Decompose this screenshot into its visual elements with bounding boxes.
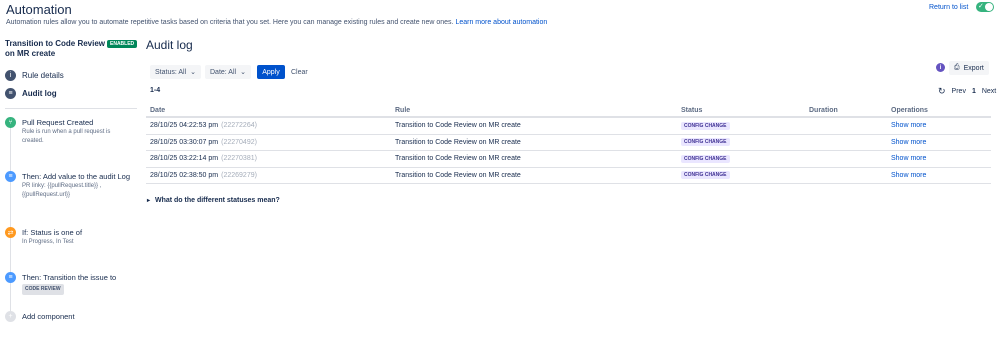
info-icon[interactable]: i [936,63,945,72]
execution-id: (22270492) [221,138,257,146]
rule-cell: Transition to Code Review on MR create [395,155,521,163]
list-icon: ≡ [5,272,16,283]
status-cell: CONFIG CHANGE [681,168,730,184]
column-header: Operations [891,107,928,114]
status-lozenge: CONFIG CHANGE [681,121,730,130]
flow-step-title: Pull Request Created [22,118,94,127]
chevron-down-icon: ⌄ [240,69,246,76]
execution-id: (22269279) [221,171,257,179]
check-icon: ✓ [978,3,984,10]
flow-step-title: Then: Add value to the audit Log [22,172,130,181]
status-lozenge: CONFIG CHANGE [681,154,730,163]
flow-step-title: If: Status is one of [22,228,83,237]
rule-cell: Transition to Code Review on MR create [395,171,521,179]
show-more-link[interactable]: Show more [891,151,926,167]
table-row: 28/10/25 03:22:14 pm (22270381) Transitio… [146,151,991,168]
pagination: ↻ Prev 1 Next [938,86,996,97]
table-row: 28/10/25 04:22:53 pm (22272264) Transitio… [146,118,991,135]
branch-icon: ⑂ [5,117,16,128]
nav-rule-details[interactable]: i Rule details [5,70,64,81]
column-header: Date [150,107,166,114]
status-filter[interactable]: Status: All ⌄ [150,65,202,79]
result-count: 1-4 [150,87,161,94]
flow-step-desc-line: Rule is run when a pull request is [22,129,111,135]
learn-more-link[interactable]: Learn more about automation [455,19,547,26]
audit-log-table: Date Rule Status Duration Operations 28/… [146,105,991,184]
prev-button[interactable]: Prev [952,88,966,95]
status-cell: CONFIG CHANGE [681,118,730,134]
flow-step-desc-line: In Progress, In Test [22,239,74,245]
status-cell: CONFIG CHANGE [681,135,730,151]
page-description: Automation rules allow you to automate r… [6,19,547,26]
execution-id: (22270381) [221,155,257,163]
flow-step-desc-line: {{pullRequest.url}} [22,192,71,198]
rule-cell: Transition to Code Review on MR create [395,122,521,130]
flow-step-desc: Rule is run when a pull request is creat… [22,128,110,146]
flow-connector-line [10,122,11,312]
statuses-help-toggle[interactable]: ▸ What do the different statuses mean? [147,197,280,204]
toggle-knob [985,3,993,11]
rule-name: Transition to Code Review on MR create [5,39,106,58]
list-icon: ≡ [5,88,16,99]
date-filter[interactable]: Date: All ⌄ [205,65,251,79]
info-circle-icon: i [5,70,16,81]
column-header: Rule [395,107,411,114]
apply-button[interactable]: Apply [257,65,285,79]
date-text: 28/10/25 03:22:14 pm [150,155,219,163]
shuffle-icon: ⇄ [5,227,16,238]
current-page: 1 [971,88,976,95]
export-icon: ⎙ [954,64,960,71]
list-icon: ≡ [5,171,16,182]
flow-step-desc: In Progress, In Test [22,238,74,247]
show-more-link[interactable]: Show more [891,118,926,134]
sidebar-divider [5,108,137,109]
date-cell: 28/10/25 03:22:14 pm (22270381) [150,151,257,167]
description-text: Automation rules allow you to automate r… [6,19,454,26]
page-title: Automation [6,2,72,17]
status-lozenge: CONFIG CHANGE [681,171,730,180]
status-tag: CODE REVIEW [22,284,64,295]
flow-step-title: Then: Transition the issue to [22,273,117,282]
table-header-row: Date Rule Status Duration Operations [146,105,991,118]
statuses-help-label: What do the different statuses mean? [154,197,280,204]
show-more-link[interactable]: Show more [891,168,926,184]
status-cell: CONFIG CHANGE [681,151,730,167]
flow-step-desc: CODE REVIEW [22,284,64,295]
date-text: 28/10/25 04:22:53 pm [150,122,219,130]
next-button[interactable]: Next [982,88,996,95]
nav-audit-log[interactable]: ≡ Audit log [5,88,57,99]
flow-step-desc: PR linky: {{pullRequest.title}} , {{pull… [22,182,101,200]
enabled-badge: ENABLED [107,40,138,48]
date-cell: 28/10/25 04:22:53 pm (22272264) [150,118,257,134]
date-cell: 28/10/25 03:30:07 pm (22270492) [150,135,257,151]
date-cell: 28/10/25 02:38:50 pm (22269279) [150,168,257,184]
plus-icon: + [5,311,16,322]
chevron-down-icon: ⌄ [190,69,197,76]
return-to-list-link[interactable]: Return to list [929,4,968,11]
rule-cell: Transition to Code Review on MR create [395,138,521,146]
show-more-link[interactable]: Show more [891,135,926,151]
rule-enabled-toggle[interactable]: ✓ [976,2,994,12]
date-filter-label: Date: All [210,68,237,76]
clear-button[interactable]: Clear [288,65,311,79]
flow-step-desc-line: created. [22,138,44,144]
nav-rule-details-label: Rule details [22,71,64,80]
column-header: Duration [809,107,838,114]
table-row: 28/10/25 03:30:07 pm (22270492) Transitio… [146,135,991,151]
refresh-icon[interactable]: ↻ [938,86,946,97]
flow-step-desc-line: PR linky: {{pullRequest.title}} , [22,183,102,189]
export-label: Export [963,64,984,72]
audit-log-title: Audit log [146,38,193,52]
status-lozenge: CONFIG CHANGE [681,138,730,147]
date-text: 28/10/25 02:38:50 pm [150,171,219,179]
export-button[interactable]: ⎙ Export [949,61,989,75]
add-component-label: Add component [22,312,75,321]
status-filter-label: Status: All [155,68,187,76]
column-header: Status [681,107,703,114]
date-text: 28/10/25 03:30:07 pm [150,138,219,146]
table-row: 28/10/25 02:38:50 pm (22269279) Transitio… [146,168,991,184]
nav-audit-log-label: Audit log [22,89,57,98]
chevron-right-icon: ▸ [147,198,151,204]
execution-id: (22272264) [221,122,257,130]
